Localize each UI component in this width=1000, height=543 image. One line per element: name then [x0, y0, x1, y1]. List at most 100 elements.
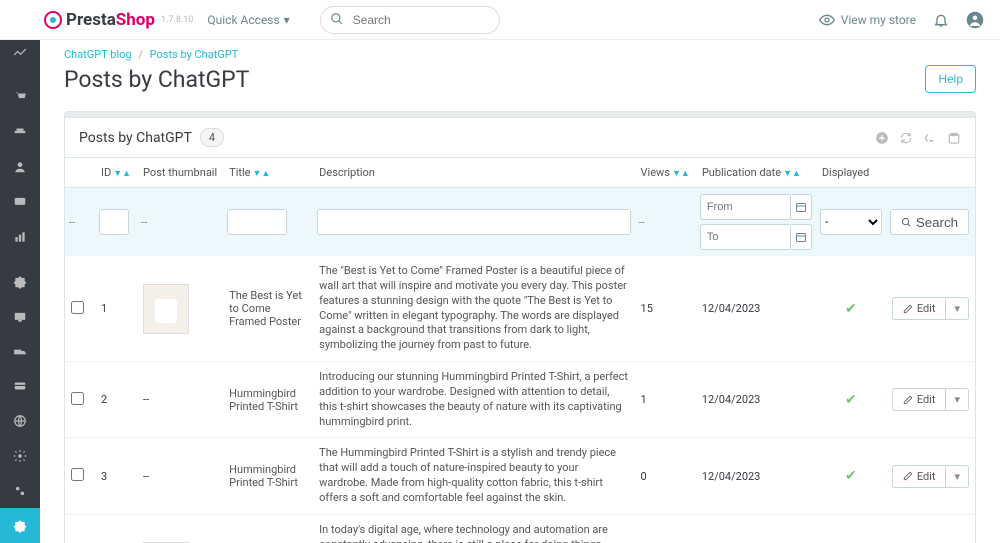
- cell-views: 0: [635, 438, 696, 514]
- sql-icon[interactable]: _: [923, 130, 937, 145]
- cell-id: 1: [95, 256, 137, 362]
- check-icon[interactable]: ✔: [845, 468, 857, 484]
- cell-title: The Best is Yet to Come Framed Poster: [223, 256, 313, 362]
- sidebar-orders[interactable]: [0, 80, 40, 115]
- panel-icons: _: [875, 130, 961, 145]
- table-row: 3 -- Hummingbird Printed T-ShirtThe Hummin…: [65, 438, 975, 514]
- export-icon[interactable]: [947, 130, 961, 145]
- eye-icon: [819, 12, 835, 28]
- cell-description: The "Best is Yet to Come" Framed Poster …: [313, 256, 634, 362]
- bell-icon[interactable]: [932, 11, 950, 29]
- chevron-down-icon: ▾: [284, 13, 290, 27]
- sort-icon[interactable]: ▼▲: [672, 169, 690, 179]
- thumbnail: [143, 284, 189, 334]
- sidebar-payment[interactable]: [0, 369, 40, 404]
- row-checkbox[interactable]: [71, 392, 84, 405]
- calendar-icon[interactable]: [791, 194, 812, 220]
- cell-views: 6: [635, 514, 696, 543]
- filter-displayed[interactable]: -: [820, 209, 882, 235]
- sidebar-shipping[interactable]: [0, 334, 40, 369]
- sidebar-design[interactable]: [0, 299, 40, 334]
- svg-text:_: _: [930, 136, 933, 142]
- search-button[interactable]: Search: [890, 209, 969, 235]
- row-checkbox[interactable]: [71, 301, 84, 314]
- thumbnail-empty: --: [143, 470, 149, 483]
- sort-icon[interactable]: ▼▲: [783, 169, 801, 179]
- header-right: View my store: [819, 11, 984, 29]
- data-table: ID▼▲ Post thumbnail Title▼▲ Description …: [65, 158, 975, 543]
- search-icon: [330, 12, 344, 27]
- cell-title: Hummingbird Printed T-Shirt: [223, 438, 313, 514]
- add-icon[interactable]: [875, 130, 889, 145]
- panel-title: Posts by ChatGPT: [79, 130, 192, 146]
- cell-date: 12/04/2023: [696, 438, 816, 514]
- cell-date: 12/04/2023: [696, 362, 816, 438]
- cell-title: Manual post: [223, 514, 313, 543]
- quick-access-menu[interactable]: Quick Access ▾: [207, 13, 289, 27]
- sidebar-service[interactable]: [0, 185, 40, 220]
- cell-date: 12/04/2023: [696, 514, 816, 543]
- search-box: [320, 6, 500, 34]
- cell-title: Hummingbird Printed T-Shirt: [223, 362, 313, 438]
- sort-icon[interactable]: ▼▲: [113, 169, 131, 179]
- check-icon[interactable]: ✔: [845, 301, 857, 317]
- version: 1.7.8.10: [161, 15, 193, 25]
- chevron-down-icon[interactable]: ▾: [945, 389, 968, 410]
- sidebar-catalog[interactable]: [0, 115, 40, 150]
- cell-views: 1: [635, 362, 696, 438]
- sort-icon[interactable]: ▼▲: [253, 169, 271, 179]
- avatar-icon[interactable]: [966, 11, 984, 29]
- filter-date-from[interactable]: [700, 194, 791, 220]
- calendar-icon[interactable]: [791, 224, 812, 250]
- count-badge: 4: [200, 128, 224, 147]
- table-row: 2 -- Hummingbird Printed T-ShirtIntroducin…: [65, 362, 975, 438]
- logo-icon: [44, 11, 62, 29]
- cell-date: 12/04/2023: [696, 256, 816, 362]
- panel: Posts by ChatGPT 4 _ ID▼▲ Post thumbnail…: [64, 111, 976, 543]
- cell-description: In today's digital age, where technology…: [313, 514, 634, 543]
- table-row: 4 Manual postIn today's digital age, wher…: [65, 514, 975, 543]
- row-checkbox[interactable]: [71, 468, 84, 481]
- content: ChatGPT blog / Posts by ChatGPT Posts by…: [40, 40, 1000, 543]
- sidebar: [0, 0, 40, 543]
- edit-button[interactable]: Edit▾: [892, 465, 969, 488]
- filter-row: -- -- -- -: [65, 188, 975, 257]
- sidebar-active-module[interactable]: [0, 508, 40, 543]
- panel-header: Posts by ChatGPT 4 _: [65, 118, 975, 158]
- edit-button[interactable]: Edit▾: [892, 297, 969, 320]
- sidebar-dashboard[interactable]: [0, 35, 40, 70]
- filter-id[interactable]: [99, 209, 129, 235]
- breadcrumb-root[interactable]: ChatGPT blog: [64, 48, 132, 61]
- thumbnail-empty: --: [143, 393, 149, 406]
- search-input[interactable]: [320, 6, 500, 34]
- breadcrumb: ChatGPT blog / Posts by ChatGPT: [64, 48, 976, 61]
- table-row: 1 The Best is Yet to Come Framed PosterTh…: [65, 256, 975, 362]
- filter-desc[interactable]: [317, 209, 630, 235]
- view-store-link[interactable]: View my store: [819, 12, 916, 28]
- chevron-down-icon[interactable]: ▾: [945, 466, 968, 487]
- filter-date-to[interactable]: [700, 224, 791, 250]
- sidebar-stats[interactable]: [0, 219, 40, 254]
- logo-text: PrestaShop: [66, 10, 155, 30]
- cell-id: 3: [95, 438, 137, 514]
- cell-id: 4: [95, 514, 137, 543]
- page-header: Posts by ChatGPT Help: [64, 65, 976, 93]
- page-title: Posts by ChatGPT: [64, 66, 249, 93]
- edit-button[interactable]: Edit▾: [892, 388, 969, 411]
- cell-views: 15: [635, 256, 696, 362]
- chevron-down-icon[interactable]: ▾: [945, 298, 968, 319]
- sidebar-international[interactable]: [0, 404, 40, 439]
- logo: PrestaShop 1.7.8.10: [0, 10, 193, 30]
- refresh-icon[interactable]: [899, 130, 913, 145]
- sidebar-shop-params[interactable]: [0, 439, 40, 474]
- sidebar-modules[interactable]: [0, 265, 40, 300]
- cell-description: Introducing our stunning Hummingbird Pri…: [313, 362, 634, 438]
- sidebar-advanced[interactable]: [0, 473, 40, 508]
- check-icon[interactable]: ✔: [845, 392, 857, 408]
- filter-title[interactable]: [227, 209, 287, 235]
- cell-id: 2: [95, 362, 137, 438]
- help-button[interactable]: Help: [925, 65, 976, 93]
- cell-description: The Hummingbird Printed T-Shirt is a sty…: [313, 438, 634, 514]
- sidebar-customers[interactable]: [0, 150, 40, 185]
- header-row: ID▼▲ Post thumbnail Title▼▲ Description …: [65, 158, 975, 188]
